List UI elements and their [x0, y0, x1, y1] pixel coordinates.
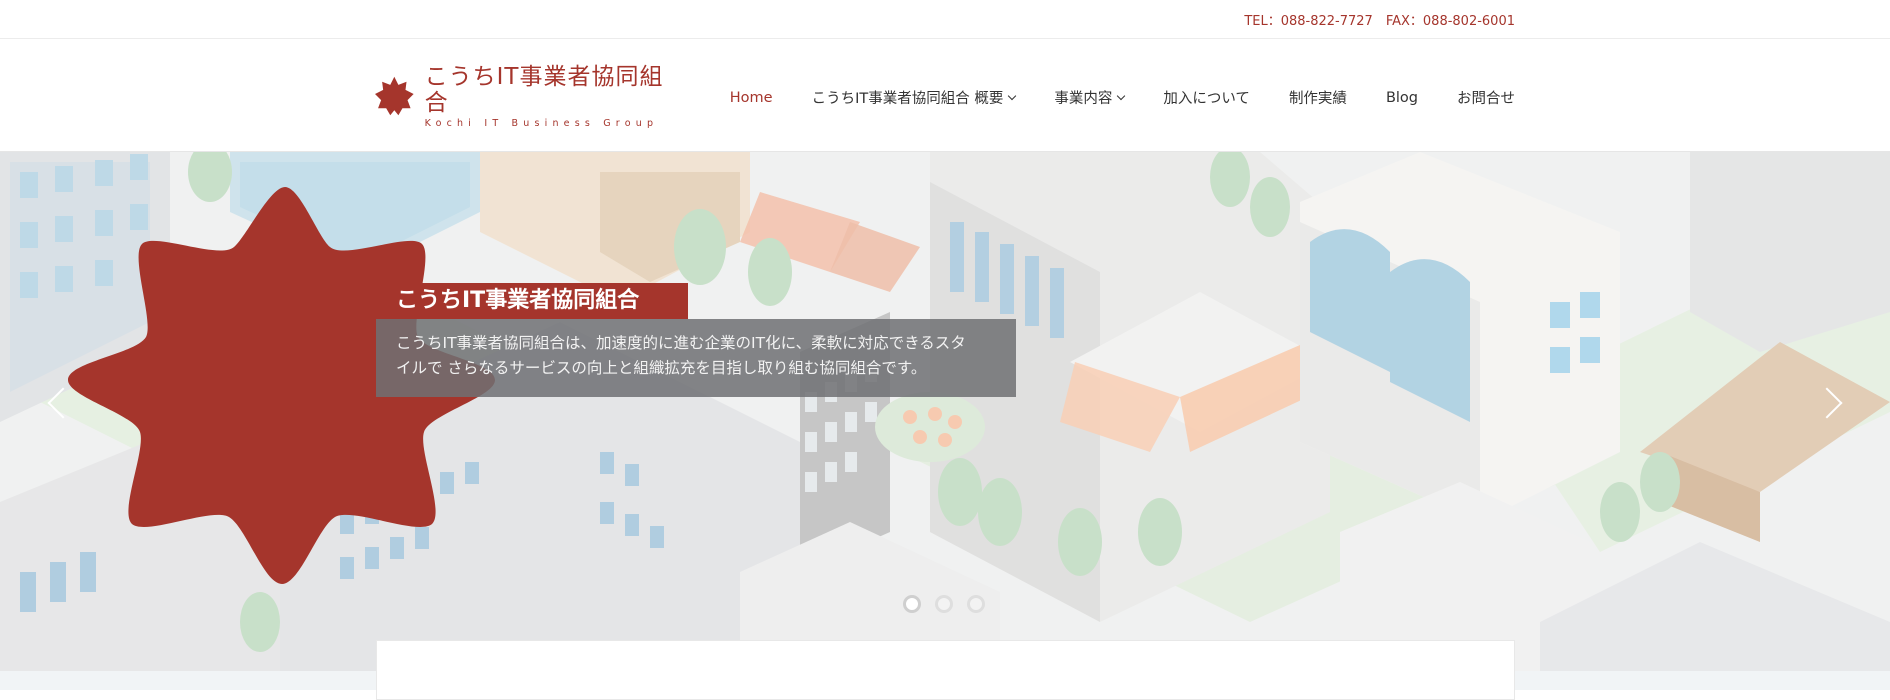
slider-dot[interactable] — [935, 595, 953, 613]
hero-slider: こうちIT事業者協同組合 こうちIT事業者協同組合は、加速度的に進む企業のIT化… — [0, 152, 1890, 671]
site-header: こうちIT事業者協同組合 Kochi IT Business Group Hom… — [0, 39, 1890, 152]
red-star-seal-icon — [375, 76, 414, 116]
logo-subtitle: Kochi IT Business Group — [424, 117, 659, 129]
hero-caption-line: イルで さらなるサービスの向上と組織拡充を目指し取り組む協同組合です。 — [396, 359, 927, 377]
slider-pagination — [903, 595, 985, 613]
hero-caption-title: こうちIT事業者協同組合 — [376, 283, 688, 319]
site-logo[interactable]: こうちIT事業者協同組合 Kochi IT Business Group — [374, 64, 679, 129]
slider-dot[interactable] — [903, 595, 921, 613]
nav-item-blog[interactable]: Blog — [1386, 87, 1418, 108]
hero-caption-body: こうちIT事業者協同組合は、加速度的に進む企業のIT化に、柔軟に対応できるスタ … — [376, 319, 1016, 397]
main-nav: Home こうちIT事業者協同組合 概要 事業内容 加入について 制作実績 Bl… — [691, 87, 1515, 108]
nav-item-label: Blog — [1385, 89, 1418, 106]
nav-item-home[interactable]: Home — [730, 87, 773, 108]
hero-caption-line: こうちIT事業者協同組合は、加速度的に進む企業のIT化に、柔軟に対応できるスタ — [396, 334, 966, 352]
nav-item-contact[interactable]: お問合せ — [1457, 87, 1515, 108]
nav-item-label: 事業内容 — [1054, 91, 1113, 107]
content-card — [376, 640, 1515, 700]
nav-item-label: Home — [729, 89, 773, 106]
nav-item-label: 加入について — [1163, 91, 1250, 107]
nav-item-services[interactable]: 事業内容 — [1054, 87, 1126, 108]
contact-info: TEL：088-822-7727 FAX：088-802-6001 — [1244, 14, 1515, 29]
nav-item-label: 制作実績 — [1288, 91, 1347, 107]
nav-item-label: お問合せ — [1457, 91, 1515, 107]
top-contact-bar: TEL：088-822-7727 FAX：088-802-6001 — [0, 0, 1890, 39]
isometric-city-illustration — [0, 152, 1890, 671]
nav-item-label: こうちIT事業者協同組合 概要 — [811, 91, 1004, 107]
nav-item-works[interactable]: 制作実績 — [1289, 87, 1347, 108]
slider-dot[interactable] — [967, 595, 985, 613]
logo-title: こうちIT事業者協同組合 — [424, 63, 664, 116]
chevron-down-icon — [1117, 91, 1126, 100]
nav-item-about[interactable]: こうちIT事業者協同組合 概要 — [811, 87, 1017, 108]
chevron-down-icon — [1008, 91, 1017, 100]
nav-item-join[interactable]: 加入について — [1163, 87, 1250, 108]
